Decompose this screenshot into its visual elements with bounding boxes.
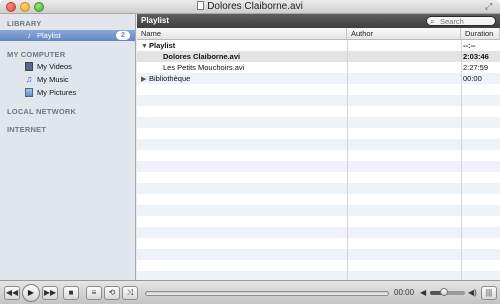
playlist-header-title: Playlist xyxy=(141,16,170,25)
sidebar: LIBRARY ♪ Playlist 2 MY COMPUTER My Vide… xyxy=(0,14,136,280)
sidebar-header-library: LIBRARY xyxy=(7,19,42,28)
volume-slider[interactable] xyxy=(430,288,465,296)
search-input[interactable] xyxy=(440,17,494,25)
row-name: ▶ Bibliothèque xyxy=(141,74,190,83)
sidebar-item-my-music[interactable]: ♫ My Music xyxy=(0,74,135,85)
volume-knob[interactable] xyxy=(440,288,448,296)
fullscreen-toggle-icon[interactable]: ⤢ xyxy=(485,2,494,11)
play-button[interactable]: ▶ xyxy=(22,284,40,302)
playback-toolbar: ◀◀ ▶ ▶▶ ■ ≡ ⟲ ⤨ 00:00 ◀ ◀) ||| xyxy=(0,280,500,304)
playlist-table: ▼Playlist --:-- Dolores Claiborne.avi 2:03:… xyxy=(137,40,500,282)
sidebar-header-local-network[interactable]: LOCAL NETWORK xyxy=(7,107,76,116)
row-name: ▼Playlist xyxy=(141,41,175,50)
document-icon xyxy=(197,1,205,10)
disclosure-collapsed-icon[interactable]: ▶ xyxy=(141,75,149,83)
row-name-text: Playlist xyxy=(149,41,176,50)
column-header-author[interactable]: Author xyxy=(347,28,461,40)
disclosure-expanded-icon[interactable]: ▼ xyxy=(141,43,149,50)
fullscreen-button[interactable]: ||| xyxy=(481,286,497,300)
playlist-toggle-button[interactable]: ≡ xyxy=(86,286,102,300)
empty-row xyxy=(137,172,500,183)
search-icon: ⌕ xyxy=(430,17,435,26)
empty-row xyxy=(137,84,500,95)
empty-row xyxy=(137,205,500,216)
music-icon: ♫ xyxy=(25,74,33,84)
count-badge: 2 xyxy=(116,31,130,40)
empty-row xyxy=(137,161,500,172)
rewind-button[interactable]: ◀◀ xyxy=(4,286,20,300)
volume-max-icon[interactable]: ◀) xyxy=(468,288,477,297)
sidebar-item-label: Playlist xyxy=(37,31,61,40)
window-title: Dolores Claiborne.avi xyxy=(0,1,500,12)
row-duration: 2:27:59 xyxy=(463,63,489,72)
playlist-row[interactable]: Dolores Claiborne.avi 2:03:46 xyxy=(137,51,500,62)
loop-button[interactable]: ⟲ xyxy=(104,286,120,300)
volume-min-icon[interactable]: ◀ xyxy=(420,288,426,297)
column-header-duration[interactable]: Duration xyxy=(461,28,500,40)
search-box[interactable]: ⌕ xyxy=(426,16,496,26)
row-name: Dolores Claiborne.avi xyxy=(163,52,240,61)
empty-row xyxy=(137,183,500,194)
sidebar-item-my-pictures[interactable]: My Pictures xyxy=(0,87,135,98)
sidebar-header-my-computer: MY COMPUTER xyxy=(7,50,66,59)
column-divider xyxy=(347,40,348,280)
empty-row xyxy=(137,216,500,227)
playlist-row[interactable]: ▶ Bibliothèque 00:00 xyxy=(137,73,500,84)
time-display: 00:00 xyxy=(394,288,415,297)
column-header-name[interactable]: Name xyxy=(137,28,347,40)
empty-row xyxy=(137,106,500,117)
window-title-text: Dolores Claiborne.avi xyxy=(207,1,303,12)
empty-row xyxy=(137,117,500,128)
playlist-row[interactable]: Les Petits Mouchoirs.avi 2:27:59 xyxy=(137,62,500,73)
playlist-row[interactable]: ▼Playlist --:-- xyxy=(137,40,500,51)
empty-row xyxy=(137,150,500,161)
row-name: Les Petits Mouchoirs.avi xyxy=(163,63,244,72)
stop-button[interactable]: ■ xyxy=(63,286,79,300)
empty-row xyxy=(137,238,500,249)
video-icon xyxy=(25,62,33,71)
playlist-panel: Playlist ⌕ Name Author Duration ▼Playlis… xyxy=(137,14,500,282)
seek-bar[interactable] xyxy=(145,291,389,296)
empty-row xyxy=(137,95,500,106)
title-bar[interactable]: Dolores Claiborne.avi ⤢ xyxy=(0,0,500,14)
sidebar-item-label: My Pictures xyxy=(37,88,77,97)
row-name-text: Les Petits Mouchoirs.avi xyxy=(163,63,245,72)
sidebar-item-label: My Videos xyxy=(37,62,72,71)
empty-row xyxy=(137,249,500,260)
row-name-text: Dolores Claiborne.avi xyxy=(163,52,241,61)
playlist-header: Playlist ⌕ xyxy=(137,14,500,28)
row-duration: 2:03:46 xyxy=(463,52,489,61)
empty-row xyxy=(137,128,500,139)
fast-forward-button[interactable]: ▶▶ xyxy=(42,286,58,300)
pictures-icon xyxy=(25,88,33,97)
sidebar-item-playlist[interactable]: ♪ Playlist 2 xyxy=(0,30,135,41)
sidebar-item-label: My Music xyxy=(37,75,69,84)
empty-row xyxy=(137,194,500,205)
empty-row xyxy=(137,260,500,271)
shuffle-button[interactable]: ⤨ xyxy=(122,286,138,300)
playlist-icon: ♪ xyxy=(27,31,31,40)
empty-row xyxy=(137,139,500,150)
empty-row xyxy=(137,227,500,238)
column-divider xyxy=(461,40,462,280)
row-duration: 00:00 xyxy=(463,74,482,83)
sidebar-header-internet[interactable]: INTERNET xyxy=(7,125,46,134)
sidebar-item-my-videos[interactable]: My Videos xyxy=(0,61,135,72)
row-name-text: Bibliothèque xyxy=(149,74,191,83)
vlc-window: Dolores Claiborne.avi ⤢ LIBRARY ♪ Playli… xyxy=(0,0,500,304)
row-duration: --:-- xyxy=(463,41,476,50)
